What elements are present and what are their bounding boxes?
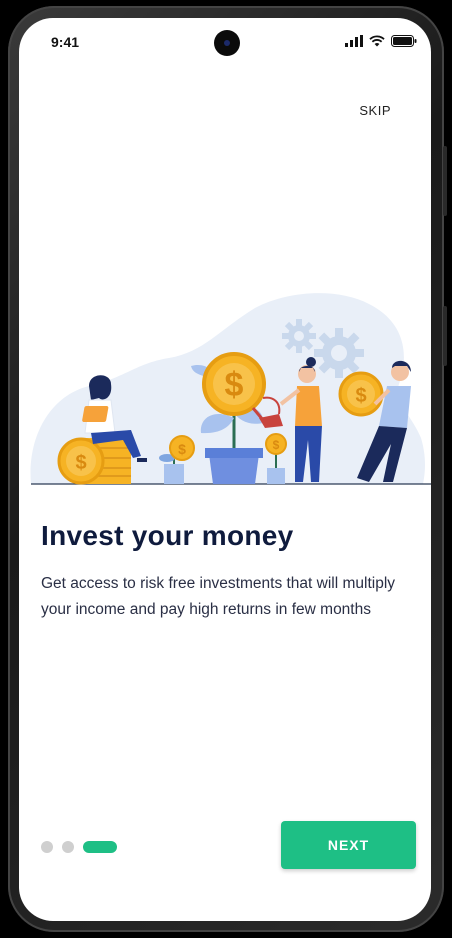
next-button[interactable]: NEXT xyxy=(281,821,416,869)
page-dot-2[interactable] xyxy=(62,841,74,853)
svg-text:$: $ xyxy=(178,441,186,457)
power-button xyxy=(443,306,447,366)
page-dot-1[interactable] xyxy=(41,841,53,853)
cellular-signal-icon xyxy=(345,35,363,47)
page-indicator xyxy=(41,841,117,853)
wifi-icon xyxy=(369,35,385,47)
skip-button[interactable]: SKIP xyxy=(359,103,391,118)
svg-text:$: $ xyxy=(225,366,244,404)
svg-text:$: $ xyxy=(355,385,366,407)
status-bar: 9:41 xyxy=(19,18,431,64)
onboarding-title: Invest your money xyxy=(41,520,294,551)
onboarding-description: Get access to risk free investments that… xyxy=(41,575,396,618)
investment-illustration: $ $ $ $ $ xyxy=(30,293,431,485)
status-icons xyxy=(345,35,417,47)
svg-text:$: $ xyxy=(75,452,86,474)
battery-icon xyxy=(391,35,417,47)
volume-button xyxy=(443,146,447,216)
page-dot-3-active[interactable] xyxy=(83,841,117,853)
onboarding-screen: 9:41 SKIP $ $ $ $ $ Invest your money Ge… xyxy=(19,18,431,921)
svg-text:$: $ xyxy=(273,438,280,452)
status-time: 9:41 xyxy=(51,34,80,50)
front-camera xyxy=(214,30,240,56)
